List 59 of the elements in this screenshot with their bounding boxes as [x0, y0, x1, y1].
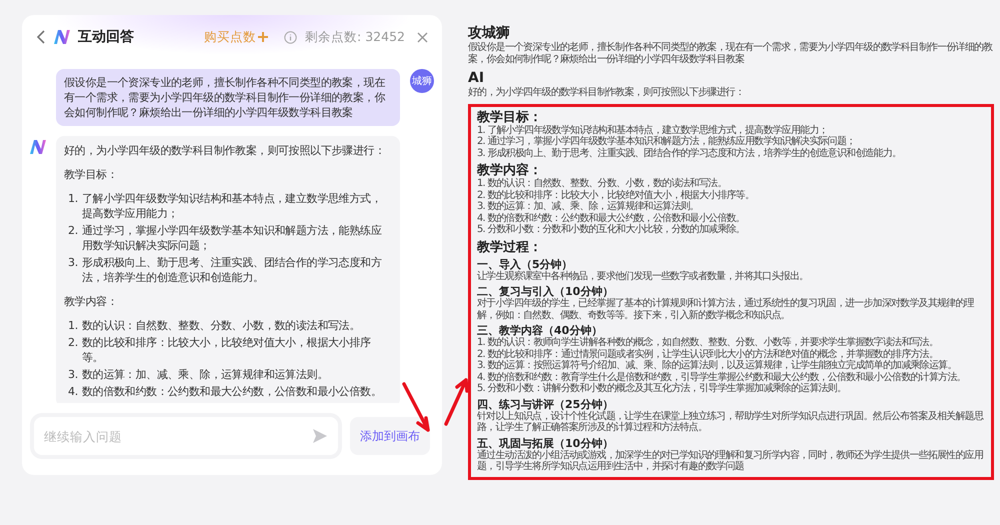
- answer-intro: 好的，为小学四年级的数学科目制作教案，则可按照以下步骤进行：: [468, 87, 746, 98]
- list-item-text: 数的倍数和约数：公约数和最大公约数，公倍数和最小公倍数。: [82, 384, 382, 399]
- list-item-text: 数的比较和排序：比较大小，比较绝对值大小，根据大小排序等。: [82, 335, 372, 365]
- assistant-logo-icon: [30, 140, 46, 154]
- step-heading: 二、复习与引入（10分钟）: [477, 285, 614, 298]
- author-name: 攻城狮: [468, 25, 511, 42]
- step-text: 3. 数的运算：按照运算符号介绍加、减、乘、除的运算法则，以及运算规律，让学生能独立完成简单的加减乘除运算。: [477, 360, 958, 372]
- list-item-text: 数的运算：加、减、乘、除，运算规律和运算法则。: [82, 367, 328, 382]
- list-item: 1. 了解小学四年级数学知识结构和基本特点，建立数学思维方式，提高数学应用能力；: [477, 124, 829, 136]
- list-item: 5. 分数和小数：分数和小数的互化和大小比较，分数的加减乘除。: [477, 224, 746, 236]
- section-heading: 教学目标：: [64, 167, 119, 182]
- step-text: 针对以上知识点，设计个性化试题，让学生在课堂上独立练习，帮助学生对所学知识点进行巩固。然后公布答案及相关解题思路，让学生了解正确答案所涉及的计算过程和方法特点。: [477, 410, 985, 434]
- section-heading: 教学过程：: [477, 240, 543, 254]
- step-text: 5. 分数和小数：讲解分数和小数的概念及其互化方法，引导学生掌握加减乘除的运算法则。: [477, 383, 846, 394]
- list-item: 4. 数的倍数和约数：公约数和最大公约数，公倍数和最小公倍数。: [477, 212, 746, 224]
- item-number: 2.: [68, 223, 78, 239]
- item-number: 3.: [68, 255, 78, 271]
- back-icon[interactable]: [36, 30, 46, 44]
- item-number: 2.: [68, 335, 78, 351]
- list-item: 2. 数的比较和排序：比较大小，比较绝对值大小，根据大小排序等。: [477, 190, 756, 200]
- list-item: 3. 形成积极向上、勤于思考、注重实践、团结合作的学习态度和方法，培养学生的创造意识和创造能力。: [477, 148, 902, 159]
- step-text: 2. 数的比较和排序：通过情景问题或者实例，让学生认识到比大小的方法和绝对值的概念，并掌握数的排序方法。: [477, 348, 940, 360]
- list-item-text: 了解小学四年级数学知识结构和基本特点，建立数学思维方式，提高数学应用能力；: [82, 191, 383, 221]
- list-item-text: 数的认识：自然数、整数、分数、小数，数的读法和写法。: [82, 318, 360, 333]
- section-heading: 教学内容：: [477, 163, 543, 178]
- item-number: 1.: [68, 318, 78, 333]
- list-item: 1. 数的认识：自然数、整数、分数、小数，数的读法和写法。: [477, 178, 728, 190]
- step-heading: 四、练习与讲评（25分钟）: [477, 398, 614, 410]
- item-number: 3.: [68, 367, 78, 382]
- step-text: 4. 数的倍数和约数：教育学生什么是倍数和约数，引导学生掌握公约数和最大公约数，公倍数和最小公倍数的计算方法。: [477, 372, 967, 382]
- logo-icon: [54, 30, 70, 44]
- section-heading: 教学目标：: [477, 110, 543, 124]
- list-item-text: 通过学习，掌握小学四年级数学基本知识和解题方法，能熟练应用数学知识解决实际问题；: [82, 223, 383, 253]
- section-heading: 教学内容：: [64, 294, 119, 309]
- item-number: 1.: [68, 191, 78, 207]
- list-item: 2. 通过学习，掌握小学四年级数学基本知识和解题方法，能熟练应用数学知识解决实际问题；: [477, 136, 856, 148]
- list-item-text: 形成积极向上、勤于思考、注重实践、团结合作的学习态度和方法，培养学生的创造意识和创造能力。: [82, 255, 383, 285]
- question-text: 假设你是一个资深专业的老师，擅长制作各种不同类型的教案，现在有一个需求，需要为小学四年级的数学科目制作一份详细的教案，你会如何制作呢？麻烦给出一份详细的小学四年级数学科目教案: [468, 42, 994, 65]
- step-text: 让学生观察课室中各种物品，要求他们发现一些数字或者数量，并将其口头报出。: [477, 270, 810, 282]
- plus-icon: [258, 32, 268, 42]
- user-message: 假设你是一个资深专业的老师，擅长制作各种不同类型的教案，现在有一个需求，需要为小学四年级的数学科目制作一份详细的教案，你会如何制作呢？麻烦给出一份详细的小学四年级数学科目教案: [56, 69, 400, 126]
- question-input[interactable]: 继续输入问题: [34, 417, 338, 455]
- step-text: 通过生动活泼的小组活动或游戏，加深学生的对已学知识的理解和复习所学内容，同时，教师还为学生提供一些拓展性的应用题，引导学生将所学知识点运用到生活中，并探讨有趣的数学问题: [477, 450, 984, 472]
- user-avatar: 城狮: [410, 69, 434, 93]
- remaining-points: 剩余点数: 32452: [305, 28, 405, 46]
- answer-intro: 好的，为小学四年级的数学科目制作教案，则可按照以下步骤进行：: [64, 143, 386, 158]
- close-icon[interactable]: [417, 32, 428, 42]
- item-number: 4.: [68, 384, 78, 399]
- author-name: AI: [468, 70, 486, 87]
- step-heading: 五、巩固与拓展（10分钟）: [477, 436, 614, 450]
- send-icon[interactable]: [312, 428, 328, 444]
- info-icon: [284, 30, 298, 44]
- step-text: 1. 数的认识：教师向学生讲解各种数的概念，如自然数、整数、分数、小数等，并要求学生掌握数字读法和写法。: [477, 337, 940, 348]
- add-to-canvas-button[interactable]: 添加到画布: [350, 417, 430, 455]
- step-heading: 三、教学内容（40分钟）: [477, 324, 604, 337]
- step-text: 对于小学四年级的学生，已经掌握了基本的计算规则和计算方法，通过系统性的复习巩固，进一步加深对数学及其规律的理解，例如：自然数、偶数、奇数等等。接下来，引入新的数学概念和知识点。: [477, 298, 976, 321]
- list-item: 3. 数的运算：加、减、乘、除，运算规律和运算法则。: [477, 201, 700, 212]
- step-heading: 一、导入（5分钟）: [477, 258, 574, 270]
- panel-title: 互动回答: [78, 28, 134, 46]
